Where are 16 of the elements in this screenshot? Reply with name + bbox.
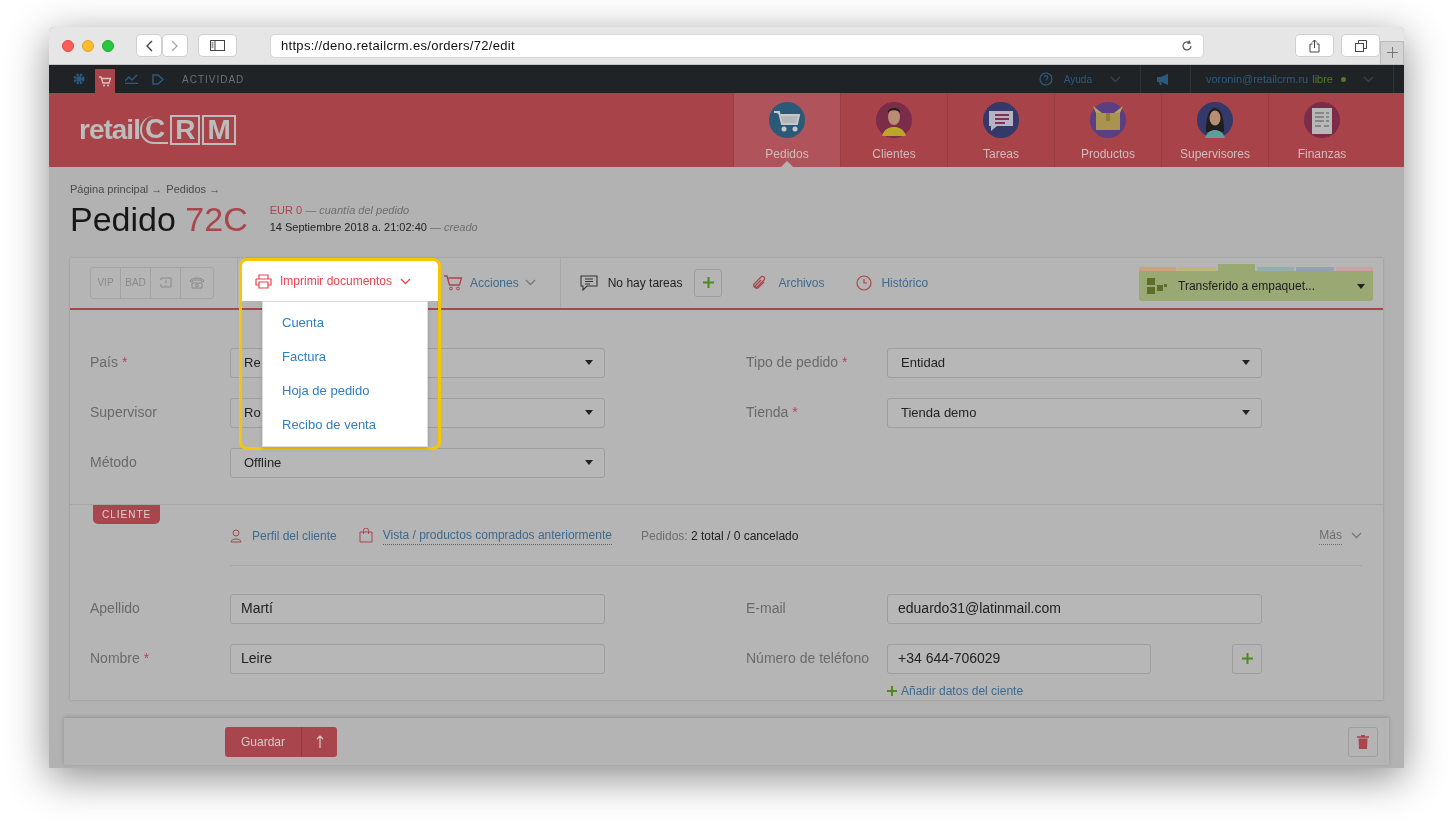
- field-label: Tienda *: [746, 402, 799, 422]
- field-label: Apellido: [90, 598, 141, 618]
- order-title: Pedido 72C: [70, 198, 248, 239]
- order-created: 14 Septiembre 2018 a. 21:02:40 — creado: [269, 219, 478, 235]
- field-label: E-mail: [746, 598, 787, 618]
- client-badge: CLIENTE: [93, 504, 161, 524]
- plan-label: libre: [1312, 71, 1333, 87]
- tasks-label: No hay tareas: [607, 274, 683, 292]
- order-amount: EUR 0 — cuantía del pedido: [269, 202, 411, 218]
- field-label: Número de teléfono: [746, 648, 870, 668]
- field-label: Supervisor: [90, 402, 158, 422]
- field-label: País *: [90, 352, 129, 372]
- field-label: Método: [90, 452, 138, 472]
- field-label: Nombre *: [90, 648, 151, 668]
- field-label: Tipo de pedido *: [746, 352, 849, 372]
- orders-count: Pedidos: 2 total / 0 cancelado: [640, 527, 799, 545]
